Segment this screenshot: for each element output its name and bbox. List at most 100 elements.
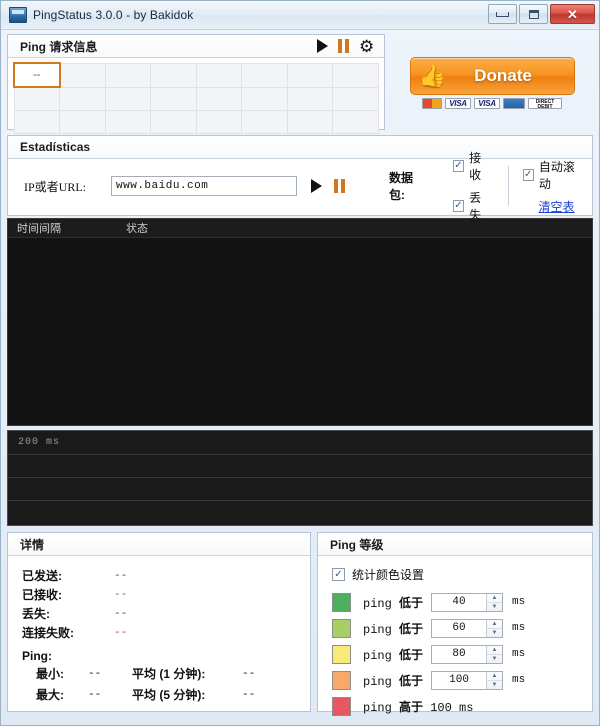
grade-row-5: ping 高于 100 ms xyxy=(332,693,592,719)
stepper-buttons[interactable]: ▲ ▼ xyxy=(486,620,502,637)
color-swatch[interactable] xyxy=(332,619,351,638)
column-header-interval: 时间间隔 xyxy=(8,220,126,236)
threshold-value: 40 xyxy=(432,596,486,608)
stepper-buttons[interactable]: ▲ ▼ xyxy=(486,672,502,689)
detail-row-received: 已接收: -- xyxy=(22,585,310,604)
details-panel: 详情 已发送: -- 已接收: -- 丢失: -- 连接失败: -- xyxy=(7,532,311,712)
ping-section-label: Ping: xyxy=(22,649,310,663)
top-section: Ping 请求信息 -- xyxy=(1,30,599,130)
checkbox-icon: ✓ xyxy=(523,169,534,181)
url-input[interactable] xyxy=(111,176,297,196)
play-icon[interactable] xyxy=(317,39,328,53)
grid-cell[interactable] xyxy=(60,87,106,111)
ping-request-grid[interactable]: -- xyxy=(13,62,379,134)
log-table-body xyxy=(8,238,592,444)
log-table[interactable]: 时间间隔 状态 xyxy=(7,218,593,426)
stepper-down-icon[interactable]: ▼ xyxy=(487,655,502,663)
avg1-value: -- xyxy=(242,668,255,680)
stepper-up-icon[interactable]: ▲ xyxy=(487,594,502,603)
maximize-button[interactable] xyxy=(519,4,548,24)
color-swatch[interactable] xyxy=(332,697,351,716)
checkbox-color-settings[interactable]: ✓ 统计颜色设置 xyxy=(332,566,592,583)
grid-cell[interactable] xyxy=(242,63,288,87)
ping-request-title: Ping 请求信息 xyxy=(20,38,97,55)
grid-cell[interactable] xyxy=(105,87,151,111)
grid-cell[interactable] xyxy=(242,87,288,111)
app-icon xyxy=(9,7,27,23)
visa-electron-icon: VISA xyxy=(474,98,500,109)
grid-cell[interactable] xyxy=(287,111,333,134)
grid-cell[interactable] xyxy=(14,111,60,134)
grade-row-1: ping 低于 40 ▲ ▼ ms xyxy=(332,589,592,615)
detail-value: -- xyxy=(114,589,127,601)
title-bar: PingStatus 3.0.0 - by Bakidok ✕ xyxy=(1,1,599,30)
pause-icon[interactable] xyxy=(338,39,349,53)
log-table-header: 时间间隔 状态 xyxy=(8,219,592,238)
close-button[interactable]: ✕ xyxy=(550,4,595,24)
window-title: PingStatus 3.0.0 - by Bakidok xyxy=(33,8,193,22)
grid-cell[interactable] xyxy=(196,111,242,134)
grid-cell[interactable] xyxy=(287,63,333,87)
details-body: 已发送: -- 已接收: -- 丢失: -- 连接失败: -- Ping: 最小 xyxy=(8,556,310,705)
max-label: 最大: xyxy=(36,686,88,703)
gridline xyxy=(8,454,592,455)
detail-label: 已接收: xyxy=(22,586,114,603)
grade-prefix: ping xyxy=(363,597,392,611)
pause-ping-icon[interactable] xyxy=(334,179,345,193)
stepper-up-icon[interactable]: ▲ xyxy=(487,620,502,629)
grid-cell[interactable] xyxy=(333,87,379,111)
grid-cell[interactable] xyxy=(105,111,151,134)
grid-cell[interactable] xyxy=(196,63,242,87)
grid-cell[interactable] xyxy=(14,87,60,111)
stepper-buttons[interactable]: ▲ ▼ xyxy=(486,594,502,611)
stepper-down-icon[interactable]: ▼ xyxy=(487,629,502,637)
threshold-stepper-1[interactable]: 40 ▲ ▼ xyxy=(431,593,503,612)
clear-table-link[interactable]: 清空表 xyxy=(539,198,585,215)
grade-text: ping 低于 xyxy=(363,594,423,611)
threshold-stepper-2[interactable]: 60 ▲ ▼ xyxy=(431,619,503,638)
details-header: 详情 xyxy=(8,533,310,556)
grid-cell[interactable] xyxy=(105,63,151,87)
threshold-stepper-4[interactable]: 100 ▲ ▼ xyxy=(431,671,503,690)
grade-text: ping 低于 xyxy=(363,672,423,689)
grid-cell[interactable] xyxy=(151,87,197,111)
grid-cell[interactable] xyxy=(196,87,242,111)
grid-cell-selected[interactable]: -- xyxy=(14,63,60,87)
grid-cell[interactable] xyxy=(151,63,197,87)
stepper-buttons[interactable]: ▲ ▼ xyxy=(486,646,502,663)
gear-icon[interactable] xyxy=(359,39,374,54)
autoscroll-group: ✓ 自动滚动 清空表 xyxy=(523,158,585,215)
grid-cell[interactable] xyxy=(287,87,333,111)
grid-cell[interactable] xyxy=(242,111,288,134)
table-row xyxy=(14,111,379,134)
donate-widget: 👍 Donate VISA VISA DIRECTDEBIT xyxy=(410,54,575,111)
stepper-down-icon[interactable]: ▼ xyxy=(487,681,502,689)
packet-filter-checkboxes: ✓ 接收 ✓ 丢失 xyxy=(453,149,492,223)
statistics-title: Estadísticas xyxy=(20,140,90,154)
grid-cell[interactable] xyxy=(60,63,106,87)
color-swatch[interactable] xyxy=(332,645,351,664)
start-ping-icon[interactable] xyxy=(311,179,322,193)
color-swatch[interactable] xyxy=(332,671,351,690)
color-swatch[interactable] xyxy=(332,593,351,612)
grid-cell[interactable] xyxy=(60,111,106,134)
payment-card-logos: VISA VISA DIRECTDEBIT xyxy=(410,98,575,109)
threshold-value: 60 xyxy=(432,622,486,634)
checkbox-autoscroll[interactable]: ✓ 自动滚动 xyxy=(523,158,585,192)
grid-cell[interactable] xyxy=(333,111,379,134)
donate-button[interactable]: 👍 Donate xyxy=(410,57,575,95)
grid-cell[interactable] xyxy=(151,111,197,134)
checkbox-lost[interactable]: ✓ 丢失 xyxy=(453,189,492,223)
stepper-down-icon[interactable]: ▼ xyxy=(487,603,502,611)
detail-row-max-avg5: 最大: -- 平均 (5 分钟): -- xyxy=(22,684,310,705)
grid-cell[interactable] xyxy=(333,63,379,87)
threshold-stepper-3[interactable]: 80 ▲ ▼ xyxy=(431,645,503,664)
stepper-up-icon[interactable]: ▲ xyxy=(487,646,502,655)
donate-label: Donate xyxy=(452,66,532,86)
minimize-button[interactable] xyxy=(488,4,517,24)
checkbox-received[interactable]: ✓ 接收 xyxy=(453,149,492,183)
detail-row-lost: 丢失: -- xyxy=(22,604,310,623)
statistics-header: Estadísticas xyxy=(8,136,592,159)
avg5-value: -- xyxy=(242,689,255,701)
stepper-up-icon[interactable]: ▲ xyxy=(487,672,502,681)
